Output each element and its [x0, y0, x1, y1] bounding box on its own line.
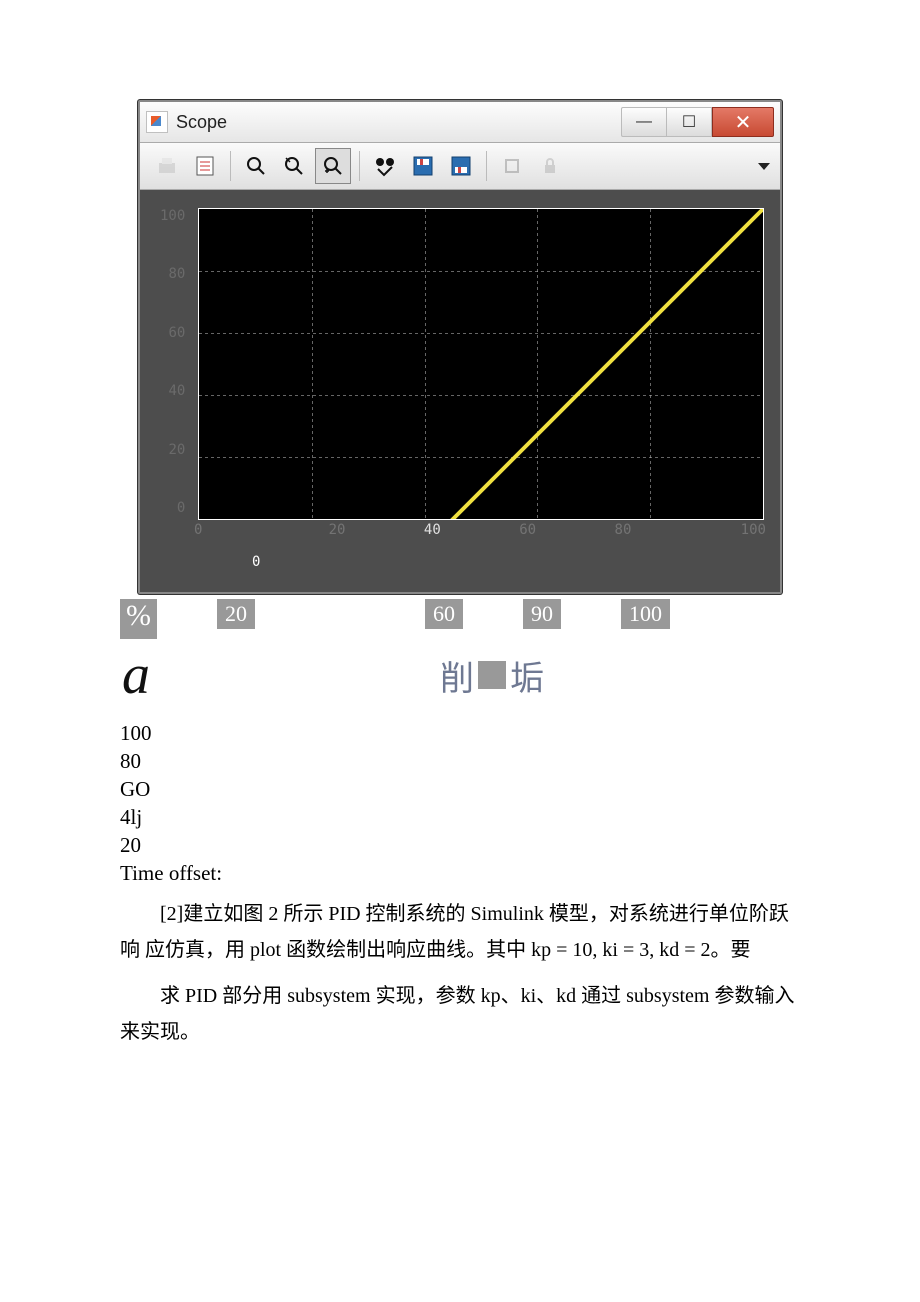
- label-percent: %: [120, 599, 157, 639]
- autoscale-icon[interactable]: [368, 149, 402, 183]
- close-button[interactable]: ✕: [712, 107, 774, 137]
- time-offset-value: 0: [252, 554, 260, 570]
- stack-go: GO: [120, 777, 800, 802]
- restore-config-icon[interactable]: [444, 149, 478, 183]
- print-icon[interactable]: [150, 149, 184, 183]
- label-60: 60: [425, 599, 463, 629]
- label-100: 100: [621, 599, 670, 629]
- scope-plot: [198, 208, 764, 520]
- paragraph-1: [2]建立如图 2 所示 PID 控制系统的 Simulink 模型，对系统进行…: [120, 896, 800, 968]
- label-90: 90: [523, 599, 561, 629]
- parameters-icon[interactable]: [188, 149, 222, 183]
- stack-4lj: 4lj: [120, 805, 800, 830]
- label-20: 20: [217, 599, 255, 629]
- toolbar: [140, 143, 780, 190]
- stack-80: 80: [120, 749, 800, 774]
- time-offset-row: 0: [162, 554, 762, 570]
- stack-20: 20: [120, 833, 800, 858]
- symbol-a: a: [122, 643, 150, 707]
- window-title: Scope: [176, 112, 227, 133]
- scope-window: Scope — ☐ ✕: [138, 100, 782, 594]
- chinese-label: 削 垢: [440, 651, 544, 700]
- y-axis-ticks: 100 80 60 40 20 0: [160, 208, 185, 518]
- paragraph-2: 求 PID 部分用 subsystem 实现，参数 kp、ki、kd 通过 su…: [120, 978, 800, 1050]
- float-icon[interactable]: [495, 149, 529, 183]
- value-stack: 100 80 GO 4lj 20 Time offset:: [120, 721, 800, 886]
- row-a: a 削 垢: [120, 643, 800, 707]
- zoom-y-icon[interactable]: [315, 148, 351, 184]
- stack-100: 100: [120, 721, 800, 746]
- matlab-icon: [146, 111, 168, 133]
- zoom-x-icon[interactable]: [277, 149, 311, 183]
- label-row: % 20 60 90 100: [120, 599, 800, 639]
- minimize-button[interactable]: —: [621, 107, 666, 137]
- x-axis-ticks: 0 20 40 60 80 100: [198, 522, 762, 538]
- save-config-icon[interactable]: [406, 149, 440, 183]
- maximize-button[interactable]: ☐: [666, 107, 712, 137]
- toolbar-overflow-icon[interactable]: [758, 163, 770, 170]
- zoom-in-icon[interactable]: [239, 149, 273, 183]
- lock-icon[interactable]: [533, 149, 567, 183]
- stack-time-offset: Time offset:: [120, 861, 800, 886]
- titlebar: Scope — ☐ ✕: [140, 102, 780, 143]
- plot-area: 100 80 60 40 20 0: [140, 190, 780, 592]
- grey-square-icon: [478, 661, 506, 689]
